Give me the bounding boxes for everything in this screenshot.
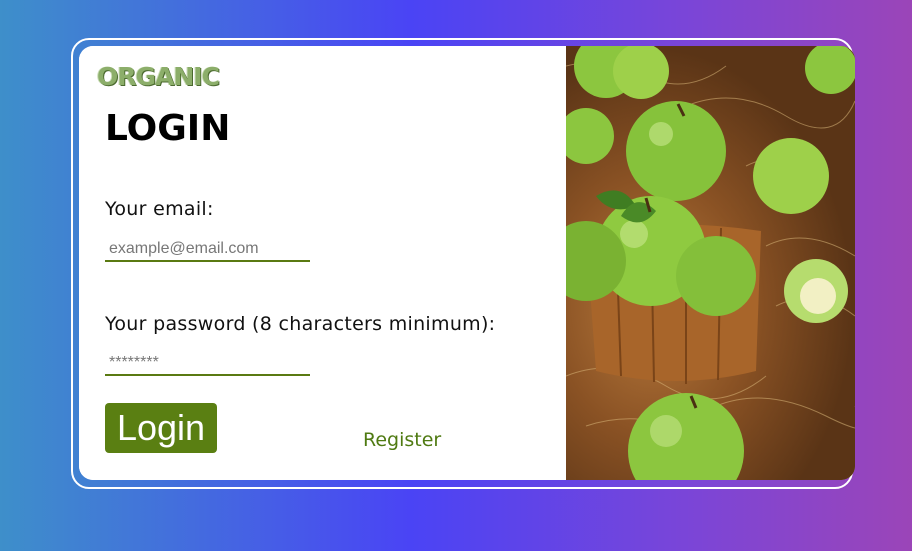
- password-label: Your password (8 characters minimum):: [105, 313, 496, 335]
- apples-illustration: [566, 46, 855, 480]
- email-field[interactable]: [105, 238, 310, 262]
- password-field[interactable]: [105, 352, 310, 376]
- login-button[interactable]: Login: [105, 403, 217, 453]
- email-label: Your email:: [105, 198, 214, 220]
- register-link[interactable]: Register: [363, 429, 441, 451]
- brand-logo: ORGANIC: [97, 62, 220, 91]
- login-form-panel: ORGANIC LOGIN Your email: Your password …: [79, 46, 566, 480]
- login-card: ORGANIC LOGIN Your email: Your password …: [79, 46, 855, 480]
- page-title: LOGIN: [105, 108, 231, 149]
- apples-photo: [566, 46, 855, 480]
